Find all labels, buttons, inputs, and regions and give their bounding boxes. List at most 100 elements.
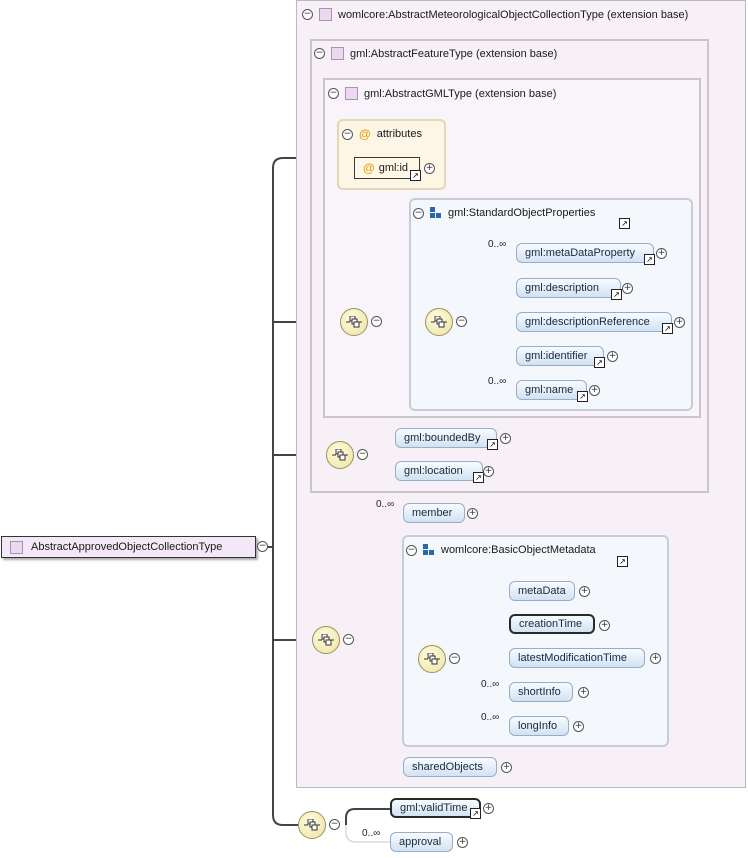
extension-label: gml:AbstractFeatureType (extension base) bbox=[350, 47, 558, 60]
attribute-gml-id[interactable]: @ gml:id ↗ bbox=[354, 157, 421, 181]
attributes-group: − @ attributes bbox=[337, 119, 446, 190]
element-label: latestModificationTime bbox=[518, 652, 628, 664]
expand-icon[interactable]: + bbox=[656, 248, 667, 259]
reference-arrow-icon: ↗ bbox=[470, 808, 481, 819]
expand-icon[interactable]: + bbox=[589, 385, 600, 396]
extension-header-gml: − gml:AbstractGMLType (extension base) bbox=[328, 87, 556, 100]
reference-arrow-icon: ↗ bbox=[617, 556, 628, 567]
element-label: sharedObjects bbox=[412, 761, 483, 773]
expand-icon[interactable]: + bbox=[579, 586, 590, 597]
extension-header-meteorological: − womlcore:AbstractMeteorologicalObjectC… bbox=[302, 8, 688, 21]
expand-icon[interactable]: + bbox=[424, 163, 435, 174]
collapse-icon[interactable]: − bbox=[357, 449, 368, 460]
element-label: gml:description bbox=[525, 282, 599, 294]
element-shortinfo[interactable]: shortInfo bbox=[509, 682, 573, 702]
element-label: gml:metaDataProperty bbox=[525, 247, 636, 259]
expand-icon[interactable]: + bbox=[483, 803, 494, 814]
attribute-icon: @ bbox=[363, 161, 375, 175]
element-creationtime[interactable]: creationTime bbox=[509, 614, 595, 634]
occurrence-label: 0..∞ bbox=[481, 712, 500, 723]
collapse-icon[interactable]: − bbox=[329, 819, 340, 830]
element-gml-validtime[interactable]: gml:validTime ↗ bbox=[390, 798, 481, 819]
element-member[interactable]: member bbox=[403, 503, 465, 523]
collapse-icon[interactable]: − bbox=[342, 128, 353, 140]
reference-arrow-icon: ↗ bbox=[662, 323, 673, 334]
collapse-icon[interactable]: − bbox=[314, 48, 325, 59]
element-gml-identifier[interactable]: gml:identifier ↗ bbox=[516, 346, 605, 368]
sequence-compositor-approved[interactable] bbox=[298, 811, 326, 839]
group-header-standard-object-properties: − gml:StandardObjectProperties bbox=[413, 207, 595, 219]
element-gml-descriptionreference[interactable]: gml:descriptionReference ↗ bbox=[516, 312, 673, 334]
expand-icon[interactable]: + bbox=[674, 317, 685, 328]
collapse-icon[interactable]: − bbox=[371, 316, 382, 327]
element-latestmodificationtime[interactable]: latestModificationTime bbox=[509, 648, 645, 668]
sequence-compositor-collection[interactable] bbox=[312, 626, 340, 654]
sequence-icon bbox=[318, 634, 334, 646]
expand-icon[interactable]: + bbox=[501, 762, 512, 773]
element-approval[interactable]: approval bbox=[390, 832, 453, 852]
collapse-icon[interactable]: − bbox=[406, 544, 417, 556]
element-sharedobjects[interactable]: sharedObjects bbox=[403, 757, 497, 777]
reference-arrow-icon: ↗ bbox=[611, 289, 622, 300]
element-longinfo[interactable]: longInfo bbox=[509, 716, 569, 736]
sequence-compositor-gml-group[interactable] bbox=[340, 308, 368, 336]
element-label: gml:boundedBy bbox=[404, 432, 481, 444]
reference-arrow-icon: ↗ bbox=[410, 170, 421, 181]
collapse-icon[interactable]: − bbox=[257, 541, 268, 552]
sequence-icon bbox=[332, 449, 348, 461]
sequence-icon bbox=[424, 653, 440, 665]
collapse-icon[interactable]: − bbox=[456, 316, 467, 327]
element-label: creationTime bbox=[519, 618, 583, 630]
collapse-icon[interactable]: − bbox=[413, 207, 424, 219]
group-label: gml:StandardObjectProperties bbox=[448, 207, 596, 219]
collapse-icon[interactable]: − bbox=[449, 653, 460, 664]
reference-arrow-icon: ↗ bbox=[619, 218, 630, 229]
element-label: gml:identifier bbox=[525, 350, 588, 362]
expand-icon[interactable]: + bbox=[599, 620, 610, 631]
collapse-icon[interactable]: − bbox=[343, 634, 354, 645]
expand-icon[interactable]: + bbox=[607, 351, 618, 362]
element-label: shortInfo bbox=[518, 686, 561, 698]
expand-icon[interactable]: + bbox=[578, 687, 589, 698]
element-metadata[interactable]: metaData bbox=[509, 581, 575, 601]
expand-icon[interactable]: + bbox=[573, 721, 584, 732]
element-label: member bbox=[412, 507, 453, 519]
occurrence-label: 0..∞ bbox=[376, 499, 395, 510]
sequence-compositor-feature[interactable] bbox=[326, 441, 354, 469]
reference-arrow-icon: ↗ bbox=[594, 357, 605, 368]
attributes-label: attributes bbox=[376, 128, 422, 140]
model-group-icon bbox=[423, 544, 435, 556]
group-label: womlcore:BasicObjectMetadata bbox=[441, 544, 596, 556]
element-gml-boundedby[interactable]: gml:boundedBy ↗ bbox=[395, 428, 498, 450]
element-gml-name[interactable]: gml:name ↗ bbox=[516, 380, 588, 402]
element-gml-location[interactable]: gml:location ↗ bbox=[395, 461, 484, 483]
element-label: gml:location bbox=[404, 465, 463, 477]
group-header-basic-object-metadata: − womlcore:BasicObjectMetadata bbox=[406, 544, 596, 556]
sequence-icon bbox=[431, 316, 447, 328]
element-gml-description[interactable]: gml:description ↗ bbox=[516, 278, 622, 300]
element-label: approval bbox=[399, 836, 442, 848]
expand-icon[interactable]: + bbox=[650, 653, 661, 664]
model-group-icon bbox=[430, 207, 442, 219]
expand-icon[interactable]: + bbox=[467, 508, 478, 519]
element-label: longInfo bbox=[518, 720, 558, 732]
occurrence-label: 0..∞ bbox=[488, 376, 507, 387]
expand-icon[interactable]: + bbox=[500, 433, 511, 444]
sequence-compositor-metadata[interactable] bbox=[418, 645, 446, 673]
expand-icon[interactable]: + bbox=[457, 837, 468, 848]
complex-type-icon bbox=[345, 87, 358, 100]
reference-arrow-icon: ↗ bbox=[644, 254, 655, 265]
expand-icon[interactable]: + bbox=[622, 283, 633, 294]
collapse-icon[interactable]: − bbox=[302, 9, 313, 20]
sequence-icon bbox=[346, 316, 362, 328]
root-complex-type[interactable]: AbstractApprovedObjectCollectionType bbox=[1, 536, 256, 558]
expand-icon[interactable]: + bbox=[483, 466, 494, 477]
sequence-compositor-standard-props[interactable] bbox=[425, 308, 453, 336]
reference-arrow-icon: ↗ bbox=[577, 391, 588, 402]
complex-type-icon bbox=[319, 8, 332, 21]
attribute-label: gml:id bbox=[378, 162, 409, 174]
complex-type-icon bbox=[331, 47, 344, 60]
element-gml-metadataproperty[interactable]: gml:metaDataProperty ↗ bbox=[516, 243, 655, 265]
element-label: gml:name bbox=[525, 384, 574, 396]
collapse-icon[interactable]: − bbox=[328, 88, 339, 99]
